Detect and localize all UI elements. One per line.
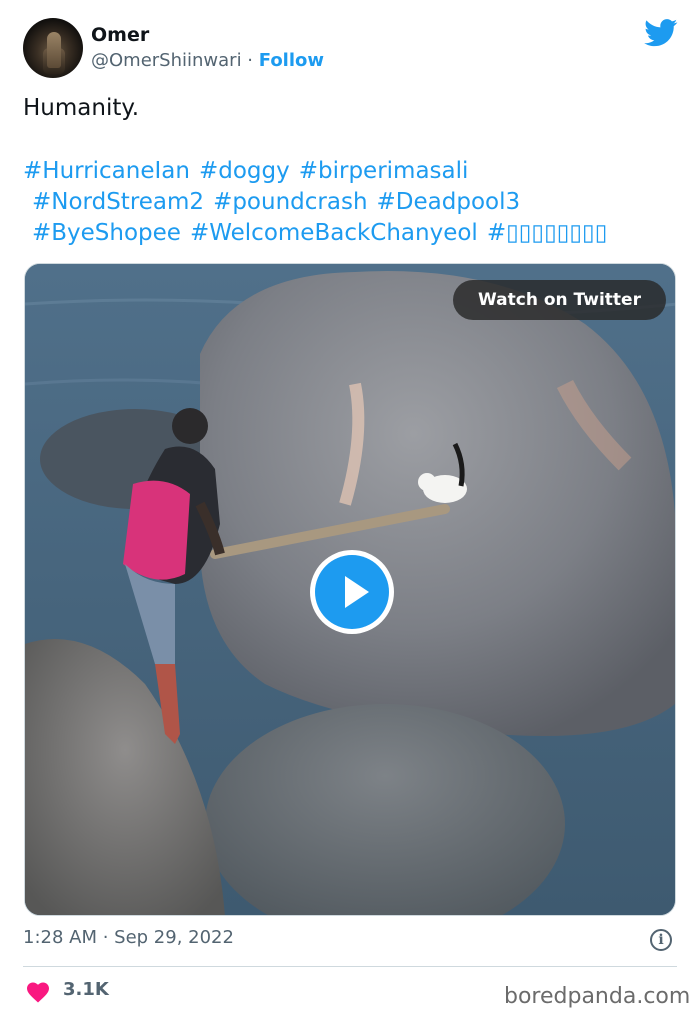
- hashtag-link[interactable]: #ByeShopee: [32, 220, 181, 246]
- avatar[interactable]: [23, 18, 83, 78]
- hashtag-link[interactable]: #▯▯▯▯▯▯▯▯: [487, 220, 608, 246]
- info-icon[interactable]: i: [650, 929, 672, 951]
- hashtag-link[interactable]: #Deadpool3: [377, 189, 521, 215]
- hashtag-link[interactable]: #HurricaneIan: [23, 158, 190, 184]
- like-count[interactable]: 3.1K: [63, 979, 109, 1000]
- tweet-card: Omer @OmerShiinwari · Follow Humanity. #…: [0, 0, 700, 1019]
- follow-button[interactable]: Follow: [259, 50, 324, 71]
- hashtag-link[interactable]: #WelcomeBackChanyeol: [190, 220, 478, 246]
- tweet-text: Humanity.: [23, 95, 139, 121]
- watermark: boredpanda.com: [504, 984, 691, 1009]
- hashtag-link[interactable]: #birperimasali: [299, 158, 469, 184]
- hashtag-line: #HurricaneIan #doggy #birperimasali: [23, 156, 683, 187]
- author-handle[interactable]: @OmerShiinwari: [91, 50, 242, 71]
- play-icon[interactable]: [310, 550, 394, 634]
- author-handle-row: @OmerShiinwari · Follow: [91, 50, 324, 71]
- hashtag-block: #HurricaneIan #doggy #birperimasali #NordS…: [23, 156, 683, 249]
- divider: [23, 966, 677, 967]
- hashtag-line: #ByeShopee #WelcomeBackChanyeol #▯▯▯▯▯▯▯▯: [23, 218, 683, 249]
- hashtag-link[interactable]: #poundcrash: [213, 189, 367, 215]
- hashtag-line: #NordStream2 #poundcrash #Deadpool3: [23, 187, 683, 218]
- hashtag-link[interactable]: #NordStream2: [32, 189, 204, 215]
- video-player[interactable]: Watch on Twitter: [24, 263, 676, 916]
- twitter-bird-icon[interactable]: [644, 19, 678, 47]
- watch-on-twitter-button[interactable]: Watch on Twitter: [453, 280, 666, 320]
- tweet-timestamp[interactable]: 1:28 AM · Sep 29, 2022: [23, 927, 234, 948]
- heart-icon[interactable]: [26, 981, 50, 1003]
- author-name[interactable]: Omer: [91, 24, 149, 46]
- hashtag-link[interactable]: #doggy: [199, 158, 290, 184]
- separator-dot: ·: [241, 50, 259, 71]
